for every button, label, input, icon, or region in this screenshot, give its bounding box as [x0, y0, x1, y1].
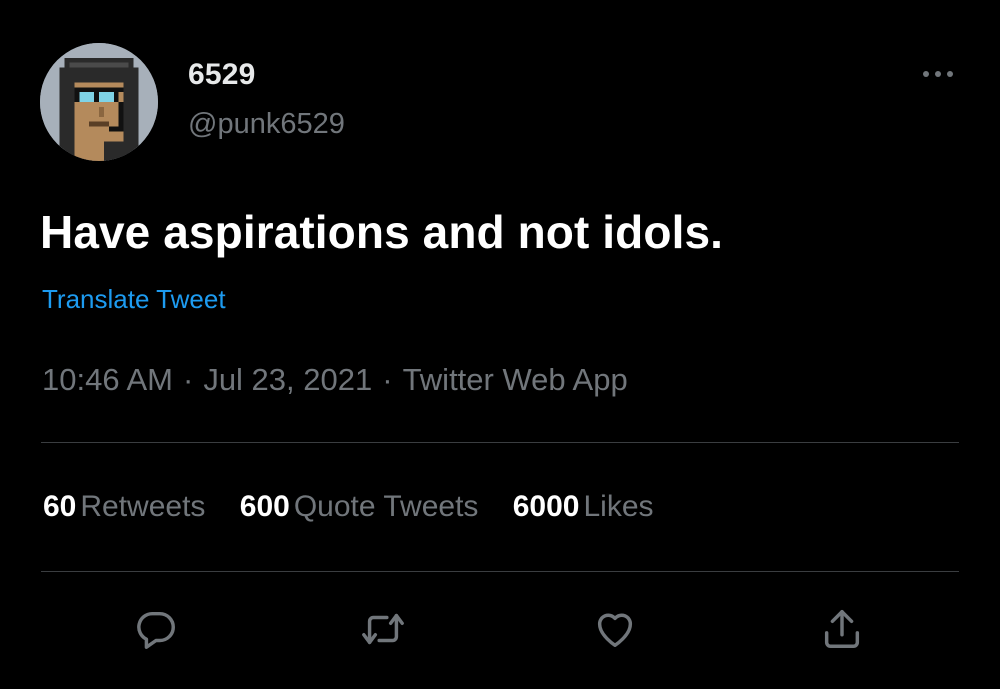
retweets-label: Retweets	[80, 490, 206, 523]
quote-tweets-stat[interactable]: 600 Quote Tweets	[240, 490, 479, 524]
likes-count: 6000	[512, 490, 580, 523]
tweet-time[interactable]: 10:46 AM	[42, 362, 173, 397]
like-icon	[597, 613, 633, 648]
tweet-stats: 60 Retweets 600 Quote Tweets 6000 Likes	[43, 490, 680, 524]
retweet-icon	[362, 613, 404, 645]
tweet-source-link[interactable]: Twitter Web App	[403, 362, 628, 397]
likes-label: Likes	[583, 490, 654, 523]
avatar[interactable]	[40, 43, 158, 161]
tweet-metadata: 10:46 AM · Jul 23, 2021 · Twitter Web App	[42, 362, 628, 398]
quote-tweets-count: 600	[239, 490, 290, 523]
separator: ·	[382, 362, 393, 397]
retweets-stat[interactable]: 60 Retweets	[43, 490, 205, 524]
retweet-button[interactable]	[360, 606, 406, 652]
separator: ·	[182, 362, 194, 397]
user-handle[interactable]: @punk6529	[188, 108, 345, 141]
tweet-text: Have aspirations and not idols.	[40, 206, 724, 258]
tweet-date[interactable]: Jul 23, 2021	[203, 362, 372, 397]
like-button[interactable]	[592, 606, 638, 652]
display-name[interactable]: 6529	[188, 58, 256, 92]
divider	[41, 571, 959, 572]
reply-button[interactable]	[133, 606, 179, 652]
tweet-detail: 6529 @punk6529 Have aspirations and not …	[0, 0, 1000, 689]
quote-tweets-label: Quote Tweets	[293, 490, 479, 523]
translate-tweet-link[interactable]: Translate Tweet	[42, 284, 226, 315]
more-horizontal-icon	[923, 71, 953, 77]
share-icon	[824, 610, 860, 648]
divider	[41, 442, 959, 443]
cryptopunk-avatar-icon	[40, 43, 158, 161]
likes-stat[interactable]: 6000 Likes	[513, 490, 654, 524]
retweets-count: 60	[43, 490, 77, 523]
share-button[interactable]	[819, 606, 865, 652]
reply-icon	[137, 611, 175, 649]
more-options-button[interactable]	[916, 62, 960, 86]
